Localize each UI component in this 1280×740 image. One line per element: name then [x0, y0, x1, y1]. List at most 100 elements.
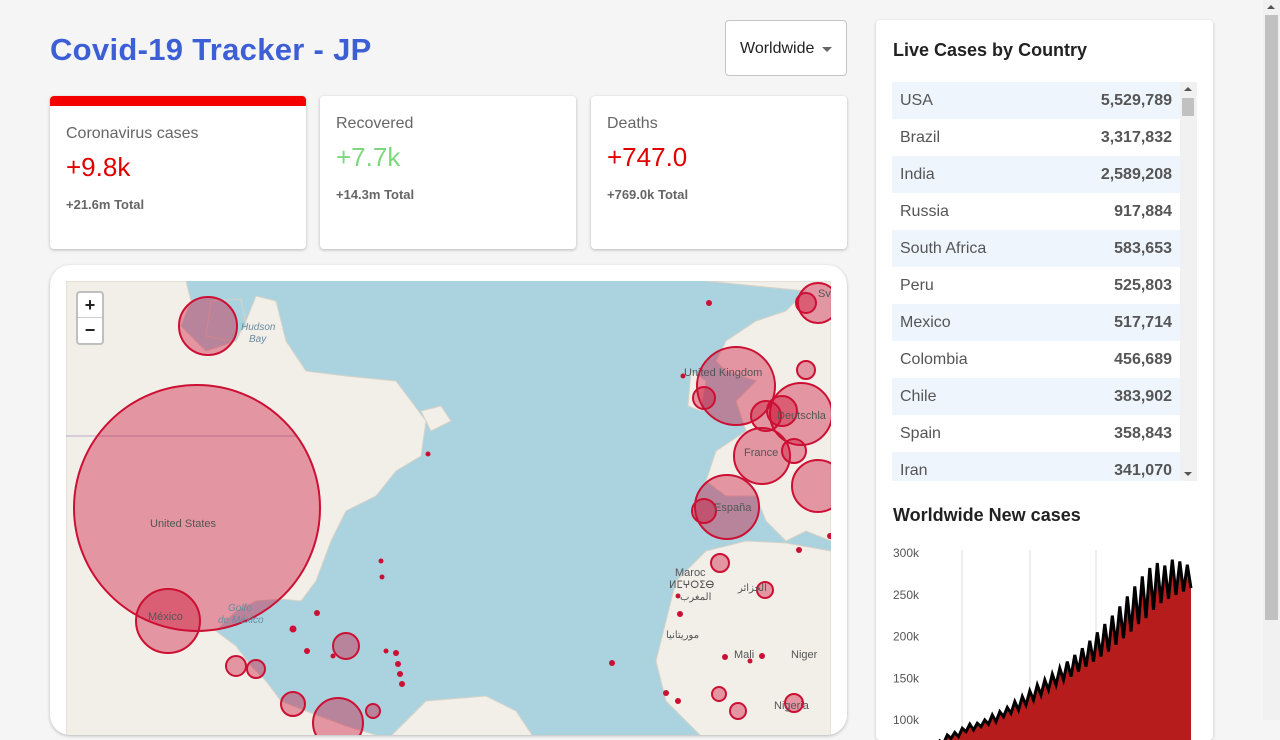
recovered-card-total: +14.3m Total [336, 187, 415, 202]
main-panel: Covid-19 Tracker - JP Worldwide Coronavi… [50, 0, 847, 735]
table-row: Mexico 517,714 [892, 304, 1180, 341]
map-label-maroc-arabic: المغرب [680, 592, 711, 603]
country-cases: 2,589,208 [1100, 165, 1172, 183]
country-name: Colombia [900, 350, 968, 368]
live-cases-rows: USA 5,529,789 Brazil 3,317,832 India 2,589,20… [892, 82, 1197, 481]
country-cases: 3,317,832 [1100, 128, 1172, 146]
new-cases-chart: 300k 250k 200k 150k 100k [893, 546, 1193, 740]
map-label-espana: España [714, 502, 752, 514]
map-circle [280, 691, 306, 717]
country-cases: 5,529,789 [1100, 91, 1172, 109]
zoom-in-button[interactable]: + [78, 293, 102, 318]
deaths-card-label: Deaths [607, 115, 658, 132]
map-label-sverige: Sv [818, 288, 831, 300]
page-title: Covid-19 Tracker - JP [50, 32, 372, 67]
table-row: India 2,589,208 [892, 156, 1180, 193]
new-cases-title: Worldwide New cases [893, 505, 1081, 525]
scroll-thumb[interactable] [1182, 98, 1194, 116]
map-label-france: France [744, 447, 778, 459]
map-circle [178, 296, 238, 356]
map-circle [710, 553, 730, 573]
map-label-niger: Niger [791, 649, 818, 661]
cases-card-total: +21.6m Total [66, 197, 145, 212]
map-label-golfo-mexico: de México [218, 615, 264, 626]
scroll-up-icon[interactable] [1267, 5, 1275, 9]
chevron-down-icon [822, 47, 832, 52]
country-select[interactable]: Worldwide [725, 20, 847, 76]
map-circle [73, 384, 321, 632]
map-label-hudson: Hudson [241, 322, 276, 333]
country-cases: 358,843 [1114, 424, 1172, 442]
live-cases-table[interactable]: USA 5,529,789 Brazil 3,317,832 India 2,589,20… [892, 82, 1197, 481]
cases-card[interactable]: Coronavirus cases +9.8k +21.6m Total [50, 96, 306, 249]
map-label-maroc-tifinagh: ⵍⵎⵖⵔⵉⴱ [669, 580, 714, 591]
table-row: Peru 525,803 [892, 267, 1180, 304]
map-label-mauritania: موريتانيا [666, 630, 699, 641]
country-name: Brazil [900, 128, 941, 146]
map-label-hudson-bay: Bay [249, 334, 267, 345]
page-scroll-thumb[interactable] [1265, 15, 1278, 620]
table-row: Russia 917,884 [892, 193, 1180, 230]
country-cases: 583,653 [1114, 239, 1172, 257]
table-row: USA 5,529,789 [892, 82, 1180, 119]
deaths-card-total: +769.0k Total [607, 187, 689, 202]
y-tick-label: 250k [893, 588, 920, 602]
map-label-nigeria: Nigeria [774, 700, 810, 712]
deaths-card-value: +747.0 [607, 142, 688, 172]
map-label-uk: United Kingdom [684, 367, 762, 379]
country-name: Spain [900, 424, 941, 442]
country-cases: 525,803 [1114, 276, 1172, 294]
map-circle [312, 697, 364, 735]
map-label-mexico: México [148, 611, 183, 623]
country-cases: 383,902 [1114, 387, 1172, 405]
table-row: Spain 358,843 [892, 415, 1180, 452]
live-cases-title: Live Cases by Country [893, 40, 1088, 60]
country-name: South Africa [900, 239, 987, 257]
zoom-out-button[interactable]: − [78, 318, 102, 343]
country-name: USA [900, 91, 933, 109]
scroll-up-icon[interactable] [1184, 87, 1192, 91]
map-label-golfo: Golfo [228, 603, 252, 614]
country-name: Chile [900, 387, 937, 405]
map-circle [781, 438, 807, 464]
table-scrollbar[interactable] [1180, 82, 1197, 481]
country-name: Iran [900, 461, 928, 479]
table-row: Chile 383,902 [892, 378, 1180, 415]
map-label-deutschland: Deutschla [777, 410, 827, 422]
map-label-algeria: الجزائر [737, 583, 767, 594]
scroll-down-icon[interactable] [1184, 472, 1192, 476]
map-circle [796, 360, 816, 380]
map-circle [711, 686, 727, 702]
table-row: Iran 341,070 [892, 452, 1180, 481]
y-tick-label: 300k [893, 546, 920, 560]
cases-card-label: Coronavirus cases [66, 125, 199, 142]
table-row: Brazil 3,317,832 [892, 119, 1180, 156]
country-name: Russia [900, 202, 949, 220]
map-circle [246, 659, 266, 679]
page-scrollbar[interactable] [1263, 0, 1280, 720]
recovered-card-label: Recovered [336, 115, 414, 132]
country-name: Peru [900, 276, 934, 294]
y-tick-label: 100k [893, 713, 920, 727]
sidebar-panel: Live Cases by Country USA 5,529,789 Brazil… [876, 20, 1213, 740]
country-cases: 517,714 [1114, 313, 1172, 331]
y-tick-label: 150k [893, 671, 920, 685]
country-name: India [900, 165, 935, 183]
map-circle [691, 498, 717, 524]
map-circle [365, 703, 381, 719]
zoom-control: + − [76, 291, 104, 345]
recovered-card-value: +7.7k [336, 142, 401, 172]
map-circle [225, 655, 247, 677]
country-cases: 456,689 [1114, 350, 1172, 368]
country-cases: 341,070 [1114, 461, 1172, 479]
map-svg: Hudson Bay United States México Golfo de… [66, 281, 831, 735]
recovered-card[interactable]: Recovered +7.7k +14.3m Total [320, 96, 576, 249]
map-circle [332, 632, 360, 660]
map-container: + − Hudson Bay United States México Golf… [50, 265, 847, 735]
world-map[interactable]: + − Hudson Bay United States México Golf… [66, 281, 831, 735]
map-label-mali: Mali [734, 649, 754, 661]
deaths-card[interactable]: Deaths +747.0 +769.0k Total [591, 96, 847, 249]
country-name: Mexico [900, 313, 951, 331]
map-circle [692, 386, 716, 410]
map-circle [729, 702, 747, 720]
